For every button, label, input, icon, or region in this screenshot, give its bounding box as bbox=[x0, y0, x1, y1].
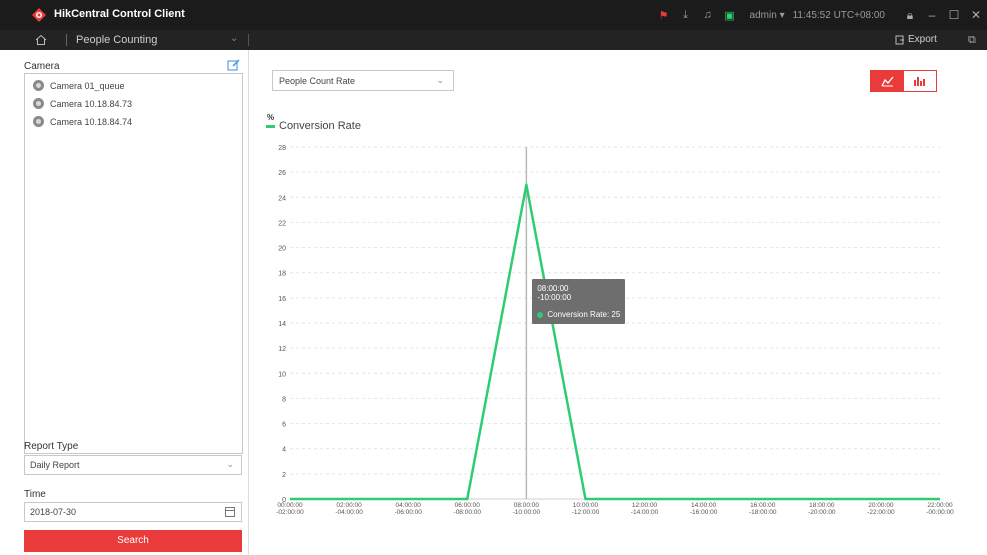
list-item[interactable]: Camera 10.18.84.73 bbox=[33, 98, 132, 109]
camera-icon bbox=[33, 80, 44, 91]
minimize-button[interactable]: – bbox=[921, 8, 943, 22]
list-item[interactable]: Camera 10.18.84.74 bbox=[33, 116, 132, 127]
y-tick-label: 14 bbox=[278, 321, 286, 328]
title-bar: HikCentral Control Client ⚑ ⤓ ♫ ▣ admin … bbox=[0, 0, 987, 30]
tooltip-dot bbox=[537, 311, 544, 318]
camera-name: Camera 10.18.84.74 bbox=[50, 116, 133, 127]
home-icon[interactable] bbox=[35, 34, 47, 46]
tooltip-value: 25 bbox=[611, 309, 621, 319]
x-tick-label: -16:00:00 bbox=[690, 509, 718, 516]
date-field[interactable]: 2018-07-30 bbox=[24, 502, 242, 522]
x-tick-label: 08:00:00 bbox=[514, 502, 540, 509]
tooltip-time-end: -10:00:00 bbox=[537, 292, 572, 302]
download-icon[interactable]: ⤓ bbox=[676, 9, 696, 22]
screen-icon[interactable]: ▣ bbox=[720, 9, 740, 22]
x-tick-label: -10:00:00 bbox=[513, 509, 541, 516]
camera-name: Camera 10.18.84.73 bbox=[50, 98, 133, 109]
x-tick-label: 18:00:00 bbox=[809, 502, 835, 509]
app-title: HikCentral Control Client bbox=[54, 8, 185, 20]
series-line bbox=[290, 183, 940, 501]
chart-area: People Count Rate ⌄ % Conversion Rate 02… bbox=[250, 50, 987, 555]
maximize-button[interactable]: ☐ bbox=[943, 8, 965, 22]
x-tick-label: -04:00:00 bbox=[335, 509, 363, 516]
report-type-label: Report Type bbox=[24, 441, 79, 452]
x-tick-label: -14:00:00 bbox=[631, 509, 659, 516]
x-tick-label: 16:00:00 bbox=[750, 502, 776, 509]
lock-icon[interactable]: 🔒︎ bbox=[899, 8, 921, 23]
report-type-select[interactable]: Daily Report ⌄ bbox=[24, 455, 242, 475]
tooltip-row: Conversion Rate: 25 bbox=[537, 310, 620, 319]
y-tick-label: 20 bbox=[278, 246, 286, 253]
y-tick-label: 28 bbox=[278, 145, 286, 152]
x-tick-label: 10:00:00 bbox=[573, 502, 599, 509]
x-tick-label: -02:00:00 bbox=[276, 509, 304, 516]
camera-name: Camera 01_queue bbox=[50, 80, 125, 91]
export-button[interactable]: Export bbox=[895, 34, 937, 45]
x-tick-label: -20:00:00 bbox=[808, 509, 836, 516]
x-tick-label: -00:00:00 bbox=[926, 509, 954, 516]
x-tick-label: 20:00:00 bbox=[868, 502, 894, 509]
x-tick-label: -08:00:00 bbox=[454, 509, 482, 516]
camera-label: Camera bbox=[24, 61, 60, 72]
y-tick-label: 12 bbox=[278, 346, 286, 353]
export-label: Export bbox=[908, 34, 937, 45]
report-type-value: Daily Report bbox=[30, 460, 80, 470]
user-menu[interactable]: admin ▾ bbox=[750, 10, 785, 21]
y-tick-label: 18 bbox=[278, 271, 286, 278]
x-tick-label: 12:00:00 bbox=[632, 502, 658, 509]
chevron-down-icon[interactable]: ⌄ bbox=[230, 33, 238, 44]
popout-icon[interactable]: ⧉ bbox=[968, 34, 976, 47]
x-tick-label: 02:00:00 bbox=[336, 502, 362, 509]
y-tick-label: 24 bbox=[278, 195, 286, 202]
y-tick-label: 8 bbox=[282, 396, 286, 403]
x-tick-label: 00:00:00 bbox=[277, 502, 303, 509]
y-tick-label: 22 bbox=[278, 220, 286, 227]
app-logo-icon bbox=[32, 8, 46, 22]
calendar-icon[interactable] bbox=[225, 507, 235, 517]
y-tick-label: 26 bbox=[278, 170, 286, 177]
camera-list[interactable]: Camera 01_queue Camera 10.18.84.73 Camer… bbox=[24, 73, 243, 454]
search-button[interactable]: Search bbox=[24, 530, 242, 552]
x-tick-label: -18:00:00 bbox=[749, 509, 777, 516]
list-item[interactable]: Camera 01_queue bbox=[33, 80, 125, 91]
x-tick-label: 04:00:00 bbox=[396, 502, 422, 509]
x-tick-label: -12:00:00 bbox=[572, 509, 600, 516]
y-tick-label: 6 bbox=[282, 422, 286, 429]
user-name: admin bbox=[749, 9, 777, 21]
nav-divider bbox=[66, 34, 67, 46]
y-tick-label: 4 bbox=[282, 447, 286, 454]
x-tick-label: 14:00:00 bbox=[691, 502, 717, 509]
nav-divider-2 bbox=[248, 34, 249, 46]
nav-bar: People Counting ⌄ Export ⧉ bbox=[0, 30, 987, 50]
time-label: Time bbox=[24, 489, 46, 500]
y-tick-label: 2 bbox=[282, 472, 286, 479]
x-tick-label: -22:00:00 bbox=[867, 509, 895, 516]
y-tick-label: 16 bbox=[278, 296, 286, 303]
filter-panel: Camera Camera 01_queue Camera 10.18.84.7… bbox=[19, 50, 249, 555]
camera-icon bbox=[33, 116, 44, 127]
x-tick-label: 06:00:00 bbox=[455, 502, 481, 509]
titlebar-actions: ⚑ ⤓ ♫ ▣ admin ▾ 11:45:52 UTC+08:00 🔒︎ – … bbox=[654, 0, 987, 30]
y-tick-label: 10 bbox=[278, 371, 286, 378]
tooltip-time-start: 08:00:00 bbox=[537, 283, 569, 293]
date-value: 2018-07-30 bbox=[30, 507, 77, 517]
chart-tooltip: 08:00:00 -10:00:00 Conversion Rate: 25 bbox=[532, 278, 626, 324]
bell-icon[interactable]: ♫ bbox=[698, 9, 718, 21]
camera-icon bbox=[33, 98, 44, 109]
module-tab-people-counting[interactable]: People Counting bbox=[76, 34, 157, 46]
clock-time: 11:45:52 UTC+08:00 bbox=[792, 9, 885, 21]
x-tick-label: -06:00:00 bbox=[394, 509, 422, 516]
tooltip-series: Conversion Rate bbox=[547, 309, 607, 319]
x-tick-label: 22:00:00 bbox=[927, 502, 953, 509]
export-icon bbox=[895, 35, 904, 44]
alarm-icon[interactable]: ⚑ bbox=[654, 9, 674, 22]
chevron-down-icon: ⌄ bbox=[226, 459, 234, 469]
close-button[interactable]: ✕ bbox=[965, 8, 987, 22]
edit-icon[interactable] bbox=[227, 58, 241, 72]
